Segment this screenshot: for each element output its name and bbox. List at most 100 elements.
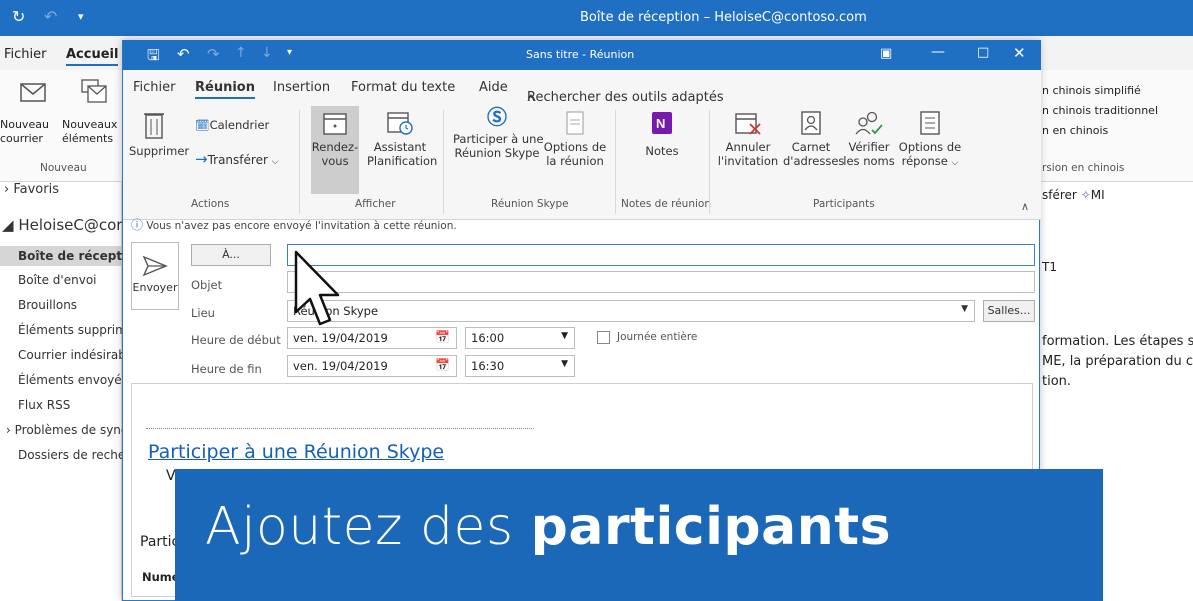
tab-fichier[interactable]: Fichier [4, 47, 47, 62]
separator [299, 110, 300, 214]
address-book-button[interactable]: Carnet d'adresses [783, 110, 844, 168]
reading-toolbar: sférer ✧MI [1042, 188, 1105, 202]
new-items-button[interactable]: Nouveaux éléments [62, 118, 117, 146]
to-input[interactable] [287, 244, 1035, 266]
nav-junk[interactable]: Courrier indésirabl [18, 348, 129, 362]
calendar-button[interactable]: 🗓Calendrier [195, 118, 269, 132]
body-divider [146, 428, 534, 429]
nav-outbox[interactable]: Boîte d'envoi [18, 273, 97, 287]
end-time-input[interactable]: 16:30 ▼ [465, 355, 575, 377]
nav-favoris[interactable]: › Favoris [4, 182, 59, 197]
nav-favoris-label: Favoris [13, 182, 59, 197]
caption-text: Ajoutez des participants [205, 497, 891, 557]
nav-search-folders[interactable]: Dossiers de recherc [18, 448, 137, 462]
join-skype-button[interactable]: Ⓢ Participer à une Réunion Skype [453, 107, 544, 160]
join-skype-label-1: Participer à une [453, 132, 544, 146]
forward-icon: → [195, 150, 208, 168]
sync-icon[interactable]: ↻ [12, 7, 25, 26]
check-names-button[interactable]: Vérifier les noms [843, 110, 895, 168]
join-skype-link[interactable]: Participer à une Réunion Skype [148, 441, 444, 463]
outlook-title: Boîte de réception – HeloiseC@contoso.co… [580, 10, 867, 25]
nav-account-label: HeloiseC@cor [18, 216, 123, 234]
forward-button[interactable]: →Transférer ⌵ [195, 152, 279, 169]
ribbon-display-icon[interactable]: ▣ [880, 46, 892, 61]
nav-rss[interactable]: Flux RSS [18, 398, 70, 412]
collapse-ribbon-icon[interactable]: ∧ [1021, 200, 1029, 213]
chinese-convert[interactable]: n en chinois [1042, 124, 1108, 137]
transfer-label[interactable]: sférer [1042, 188, 1077, 202]
calendar-picker-icon[interactable]: 📅 [435, 358, 450, 372]
new-items-label-1: Nouveaux [62, 118, 118, 131]
group-participants: Participants [813, 198, 875, 210]
undo-icon[interactable]: ↶ [177, 45, 190, 63]
chinese-simplified[interactable]: n chinois simplifié [1042, 84, 1141, 97]
all-day-checkbox[interactable] [597, 331, 610, 344]
start-time-input[interactable]: 16:00 ▼ [465, 327, 575, 349]
info-icon: ⓘ [131, 218, 144, 232]
outlook-tabs: Fichier Accueil [0, 36, 140, 70]
arrow-down-icon[interactable]: ↓ [261, 45, 273, 61]
close-icon[interactable]: ✕ [1013, 44, 1026, 62]
mouse-cursor-icon [294, 250, 340, 326]
mi-label[interactable]: MI [1091, 188, 1105, 202]
tab-insertion[interactable]: Insertion [273, 80, 330, 95]
info-bar: ⓘ Vous n'avez pas encore envoyé l'invita… [131, 216, 457, 233]
delete-button[interactable]: Supprimer [129, 110, 189, 158]
undo-icon[interactable]: ↶ [44, 7, 57, 26]
calendar-picker-icon[interactable]: 📅 [435, 330, 450, 344]
reading-text-3: tion. [1042, 374, 1072, 389]
rooms-button[interactable]: Salles... [983, 300, 1035, 322]
nav-drafts[interactable]: Brouillons [18, 298, 77, 312]
minimize-icon[interactable]: — [931, 44, 945, 60]
end-date-input[interactable]: ven. 19/04/2019 📅 [287, 355, 457, 377]
nav-sent[interactable]: Éléments envoyés [18, 373, 128, 387]
cancel-invitation-button[interactable]: Annuler l'invitation [717, 110, 779, 168]
nav-account[interactable]: ◢ HeloiseC@cor [2, 216, 122, 234]
location-input[interactable]: Réunion Skype ▼ [287, 300, 975, 322]
customize-icon[interactable]: ▾ [287, 47, 292, 58]
arrow-up-icon[interactable]: ↑ [235, 45, 247, 61]
send-icon [142, 255, 168, 277]
tab-reunion[interactable]: Réunion [195, 80, 255, 99]
save-icon[interactable]: 🖫 [147, 45, 160, 70]
scheduling-icon [387, 112, 413, 135]
notes-button[interactable]: N Notes [637, 110, 687, 158]
search-tools-label: Rechercher des outils adaptés [527, 90, 724, 105]
tab-aide[interactable]: Aide [479, 80, 508, 95]
scheduling-assistant-button[interactable]: Assistant Planification [367, 110, 437, 168]
all-day-label: Journée entière [617, 331, 698, 343]
nav-sync-issues[interactable]: › Problèmes de sync [6, 423, 128, 437]
chinese-traditional[interactable]: n chinois traditionnel [1042, 104, 1158, 117]
send-button[interactable]: Envoyer [131, 242, 179, 310]
nav-deleted[interactable]: Éléments supprimé [18, 323, 134, 337]
tab-fichier[interactable]: Fichier [133, 80, 176, 95]
to-button[interactable]: À... [191, 244, 271, 266]
start-date-input[interactable]: ven. 19/04/2019 📅 [287, 327, 457, 349]
dropdown-arrow-icon[interactable]: ▼ [961, 304, 968, 314]
start-time-value: 16:00 [471, 331, 505, 345]
group-skype: Réunion Skype [491, 198, 569, 210]
start-date-value: ven. 19/04/2019 [293, 331, 388, 345]
meeting-options-button[interactable]: Options de la réunion [543, 110, 607, 168]
new-items-label-2: éléments [62, 132, 114, 145]
new-mail-label-2: courrier [0, 132, 43, 145]
dropdown-arrow-icon[interactable]: ▼ [561, 331, 568, 341]
cancel-invitation-label-1: Annuler [725, 140, 771, 154]
dropdown-arrow-icon[interactable]: ▼ [561, 359, 568, 369]
maximize-icon[interactable]: □ [977, 45, 989, 60]
subject-input[interactable] [287, 271, 1035, 293]
send-label: Envoyer [132, 281, 178, 294]
meeting-options-label-1: Options de [543, 140, 607, 154]
meeting-options-label-2: la réunion [546, 154, 604, 168]
tab-format[interactable]: Format du texte [351, 80, 455, 95]
notes-label: Notes [645, 144, 679, 158]
customize-toolbar-icon[interactable]: ▾ [78, 10, 84, 23]
nav-inbox[interactable]: Boîte de réceptio [0, 246, 134, 266]
tab-accueil[interactable]: Accueil [66, 47, 119, 66]
response-options-button[interactable]: Options de réponse ⌵ [897, 110, 963, 170]
appointment-button[interactable]: Rendez- vous [311, 106, 359, 194]
nav-sync-label: Problèmes de sync [14, 423, 128, 437]
new-mail-button[interactable]: Nouveau courrier [0, 118, 49, 146]
redo-icon[interactable]: ↷ [207, 45, 220, 63]
subject-label: Objet [191, 278, 223, 292]
